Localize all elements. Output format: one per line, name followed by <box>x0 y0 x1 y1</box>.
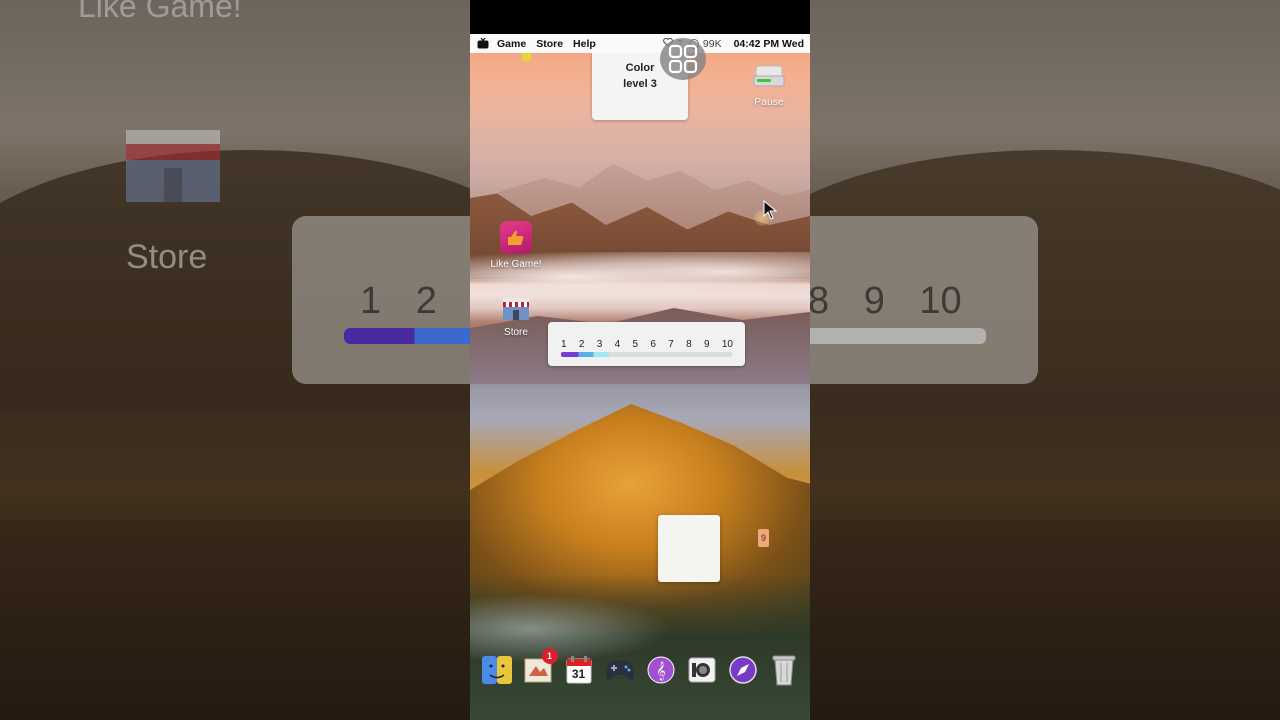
calendar-icon[interactable]: 31 <box>563 654 595 686</box>
level-numbers: 1 2 3 4 5 6 7 8 9 10 <box>561 339 733 350</box>
level-number: 6 <box>650 339 656 350</box>
level-number: 4 <box>614 339 621 350</box>
finder-icon[interactable] <box>481 654 513 686</box>
like-game-icon[interactable] <box>500 221 532 254</box>
gamepad-icon[interactable] <box>604 654 636 686</box>
coins-count: 99K <box>702 37 722 50</box>
svg-text:𝄞: 𝄞 <box>656 661 665 681</box>
pause-drive-icon[interactable] <box>753 64 785 88</box>
backdrop-level-numbers-right: 8 9 10 <box>808 280 962 322</box>
phone-screen: Game Store Help 2 99K 04:42 PM Wed Color… <box>470 0 810 720</box>
menu-store[interactable]: Store <box>536 38 563 50</box>
level-number: 10 <box>721 339 733 350</box>
menu-bar: Game Store Help 2 99K 04:42 PM Wed <box>470 34 810 53</box>
like-game-label[interactable]: Like Game! <box>486 259 546 270</box>
menu-game[interactable]: Game <box>497 38 526 50</box>
pointer-cursor-icon <box>763 200 777 220</box>
white-color-tile[interactable] <box>658 515 720 582</box>
mail-icon[interactable]: 1 <box>522 648 558 686</box>
pause-label[interactable]: Pause <box>742 96 796 108</box>
level-number: 1 <box>561 339 567 350</box>
dock: 1 31 𝄞 <box>470 648 810 690</box>
store-icon[interactable] <box>502 297 530 321</box>
level-number: 8 <box>686 339 692 350</box>
calendar-day: 31 <box>571 667 586 681</box>
browser-icon[interactable] <box>727 654 759 686</box>
trash-icon[interactable] <box>768 654 800 686</box>
level-number: 5 <box>632 339 639 350</box>
indicator-dot <box>522 53 531 61</box>
level-number: 3 <box>596 339 603 350</box>
wallpaper <box>470 34 810 720</box>
mail-badge: 1 <box>541 648 558 664</box>
store-label[interactable]: Store <box>486 327 546 338</box>
backdrop-like-label: Like Game! <box>78 0 242 24</box>
number-tile[interactable]: 9 <box>758 529 769 547</box>
clock: 04:42 PM Wed <box>733 37 804 50</box>
level-progress-track <box>561 352 732 357</box>
backdrop-store-label: Store <box>126 238 208 276</box>
tv-icon[interactable] <box>477 38 489 49</box>
level-number: 7 <box>668 339 674 350</box>
grid-menu-button[interactable] <box>660 38 706 80</box>
music-icon[interactable]: 𝄞 <box>645 654 677 686</box>
menu-help[interactable]: Help <box>573 38 596 50</box>
backdrop-level-numbers-left: 1 2 <box>360 280 437 322</box>
grid-icon <box>668 44 698 74</box>
level-number: 9 <box>704 339 710 350</box>
camera-icon[interactable] <box>686 654 718 686</box>
color-card-level: level 3 <box>623 78 657 90</box>
backdrop-store-icon <box>126 130 220 202</box>
backdrop-level-fill <box>344 328 486 344</box>
level-number: 2 <box>578 339 585 350</box>
level-progress-fill <box>561 352 609 357</box>
level-progress-panel: 1 2 3 4 5 6 7 8 9 10 <box>548 322 745 366</box>
